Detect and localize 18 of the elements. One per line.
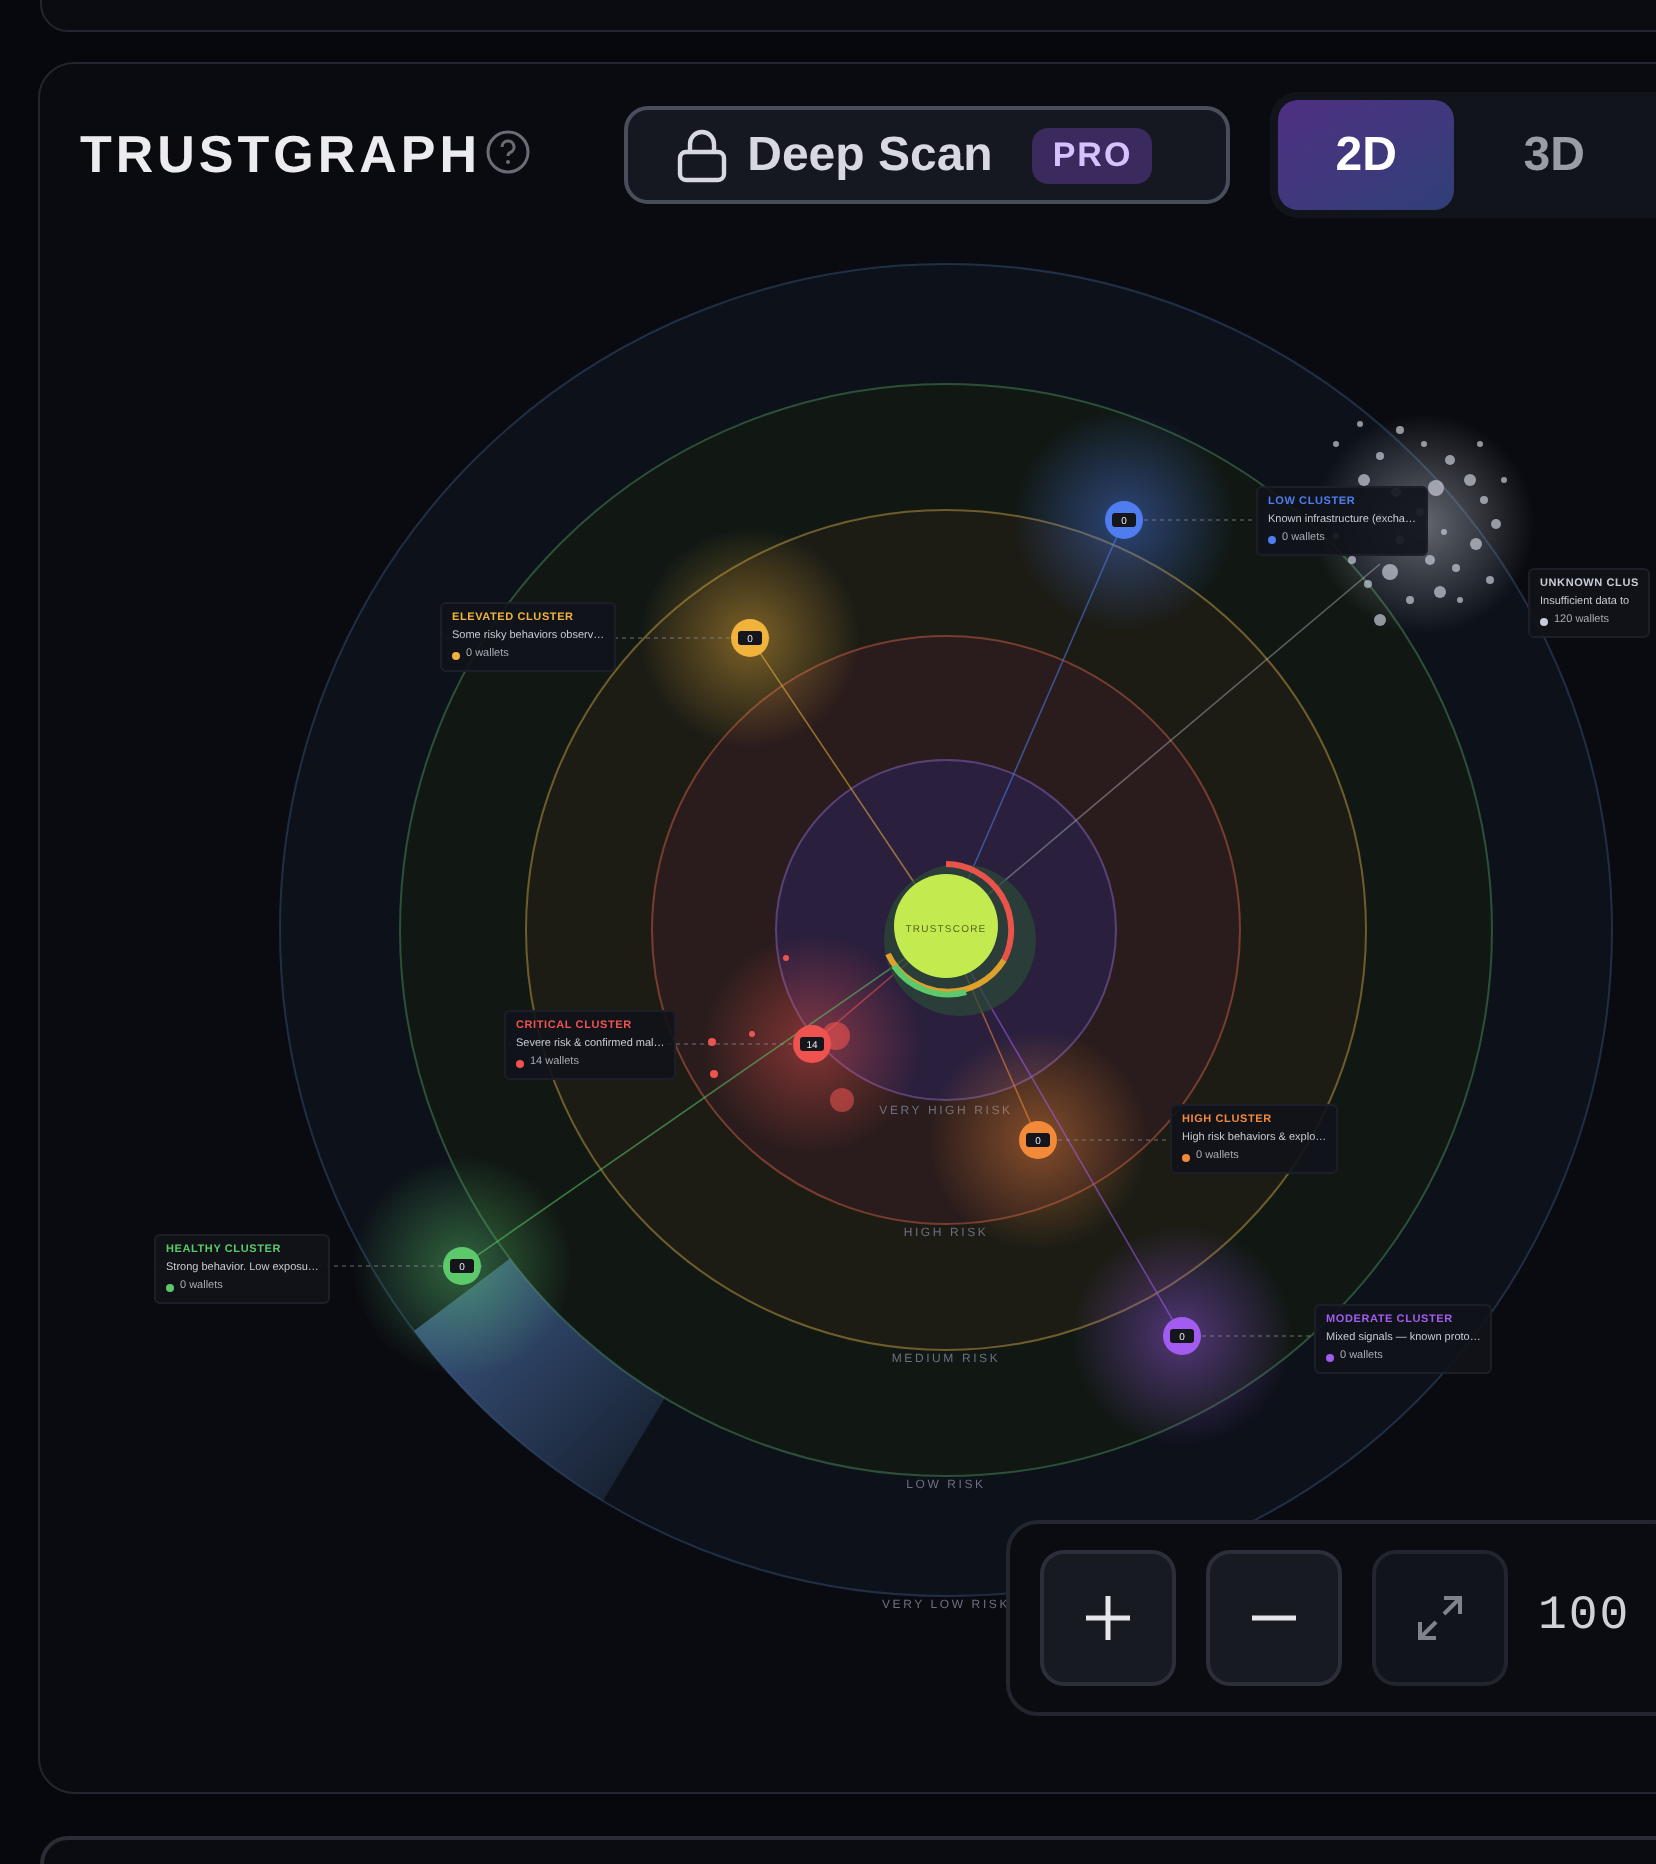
- leader-line: [1057, 1139, 1171, 1141]
- deep-scan-label: Deep Scan: [747, 125, 993, 185]
- plus-icon: [1084, 1594, 1132, 1642]
- zoom-level: 100: [1538, 1588, 1631, 1648]
- leader-line: [1143, 519, 1257, 521]
- expand-icon: [1416, 1594, 1464, 1642]
- help-icon[interactable]: [485, 129, 530, 173]
- view-mode-tab[interactable]: 2D: [1278, 100, 1455, 210]
- trust-score-circle: [894, 874, 998, 978]
- zoom-in-button[interactable]: [1040, 1550, 1176, 1686]
- panel-title: TRUSTGRAPH: [80, 122, 482, 188]
- leader-line: [1201, 1335, 1315, 1337]
- pro-badge: PRO: [1032, 127, 1153, 183]
- fit-view-button[interactable]: [1372, 1550, 1508, 1686]
- view-mode-tab[interactable]: 3D: [1466, 100, 1643, 210]
- lock-icon: [675, 127, 728, 183]
- deep-scan-button[interactable]: Deep Scan PRO: [623, 106, 1231, 204]
- minus-icon: [1252, 1614, 1296, 1622]
